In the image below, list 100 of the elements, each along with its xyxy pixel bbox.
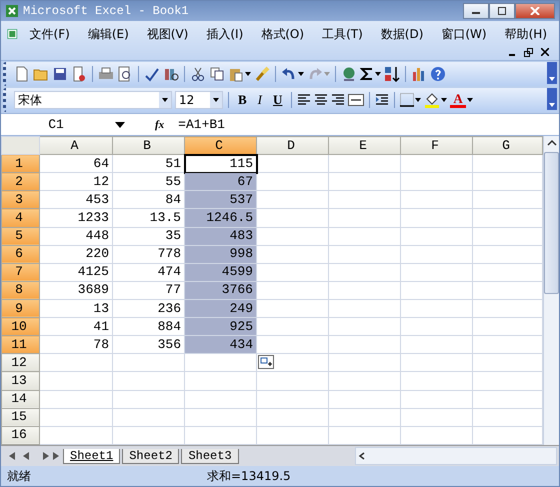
align-center-icon[interactable]	[314, 93, 328, 107]
caret-icon[interactable]	[159, 92, 171, 108]
formula-field[interactable]: =A1+B1	[174, 117, 559, 132]
dropdown-arrow-icon[interactable]	[375, 72, 381, 76]
row-header[interactable]: 7	[2, 263, 40, 282]
auto-fill-options-icon[interactable]	[258, 355, 274, 370]
minimize-button[interactable]	[463, 3, 489, 19]
copy-icon[interactable]	[209, 66, 225, 82]
menu-item[interactable]: 插入(I)	[198, 26, 250, 42]
toolbar-options-icon[interactable]	[547, 62, 557, 84]
printer-icon[interactable]	[98, 66, 114, 82]
table-cell: 453	[86, 192, 109, 207]
menu-item[interactable]: 帮助(H)	[496, 26, 553, 42]
menu-item[interactable]: 数据(D)	[372, 26, 430, 42]
menu-item[interactable]: 格式(O)	[253, 26, 310, 42]
row-header[interactable]: 4	[2, 208, 40, 228]
table-cell: 84	[165, 192, 181, 207]
font-dropdown[interactable]: 宋体	[14, 91, 172, 109]
align-left-icon[interactable]	[297, 93, 312, 107]
books-icon[interactable]	[163, 66, 179, 82]
row-header[interactable]: 12	[2, 354, 40, 372]
toolbar-options-icon[interactable]	[547, 88, 557, 110]
underline-button[interactable]: U	[269, 92, 286, 108]
paint-bucket-icon[interactable]	[424, 92, 440, 108]
new-document-icon[interactable]	[14, 66, 30, 82]
column-header[interactable]: G	[472, 136, 542, 155]
sheet-tab[interactable]: Sheet2	[122, 448, 180, 464]
column-header[interactable]: D	[256, 136, 328, 155]
font-size-dropdown[interactable]: 12	[175, 91, 223, 109]
function-icon[interactable]: fx	[155, 118, 164, 130]
help-icon[interactable]	[430, 66, 446, 82]
column-header[interactable]: F	[400, 136, 472, 155]
magnifier-icon[interactable]	[117, 66, 133, 82]
table-cell: 64	[93, 156, 109, 171]
row-header[interactable]: 9	[2, 299, 40, 318]
table-cell: 249	[230, 300, 253, 316]
row-header[interactable]: 14	[2, 390, 40, 408]
borders-icon[interactable]	[400, 93, 414, 107]
row-header[interactable]: 5	[2, 227, 40, 246]
dropdown-arrow-icon[interactable]	[466, 98, 473, 102]
sheet-tab[interactable]: Sheet3	[181, 448, 239, 464]
scissors-icon[interactable]	[190, 66, 206, 82]
table-cell: 448	[86, 228, 109, 244]
sum-readout: 求和=13419.5	[207, 468, 291, 484]
row-header[interactable]: 10	[2, 318, 40, 336]
caret-icon[interactable]	[115, 122, 125, 128]
name-box[interactable]: C1	[1, 114, 111, 135]
menu-item[interactable]: 视图(V)	[138, 26, 194, 42]
caret-icon[interactable]	[210, 92, 222, 108]
bold-button[interactable]: B	[234, 92, 251, 108]
dropdown-arrow-icon[interactable]	[441, 98, 448, 102]
spreadsheet-icon	[7, 27, 18, 41]
row-header[interactable]: 2	[2, 172, 40, 191]
close-button[interactable]	[515, 3, 555, 19]
maximize-button[interactable]	[489, 3, 515, 19]
row-header[interactable]: 3	[2, 190, 40, 209]
table-cell: 78	[93, 336, 109, 352]
spelling-icon[interactable]	[144, 66, 160, 82]
align-right-icon[interactable]	[331, 93, 346, 107]
italic-button[interactable]: I	[254, 92, 266, 108]
table-cell: 925	[230, 318, 253, 334]
row-header[interactable]: 6	[2, 245, 40, 264]
dropdown-arrow-icon[interactable]	[245, 72, 251, 76]
column-header[interactable]: C	[184, 136, 256, 155]
row-header[interactable]: 13	[2, 372, 40, 390]
restore-icon[interactable]	[524, 48, 533, 56]
row-header[interactable]: 16	[2, 426, 40, 444]
vertical-scrollbar[interactable]	[543, 136, 559, 445]
menu-item[interactable]: 工具(T)	[314, 26, 369, 42]
font-color-button[interactable]: A	[450, 92, 466, 108]
maximize-icon[interactable]	[497, 7, 507, 15]
table-cell: 77	[165, 282, 181, 298]
table-cell: 537	[230, 192, 253, 207]
sheet-tab[interactable]: Sheet1	[63, 448, 120, 464]
table-cell: 884	[158, 318, 181, 334]
menu-item[interactable]: 文件(F)	[22, 26, 76, 42]
dropdown-arrow-icon	[324, 72, 330, 76]
undo-icon[interactable]	[281, 66, 297, 82]
clipboard-icon[interactable]	[228, 66, 244, 82]
menu-item[interactable]: 窗口(W)	[433, 26, 493, 42]
dropdown-arrow-icon[interactable]	[415, 98, 422, 102]
menu-item[interactable]: 编辑(E)	[80, 26, 135, 42]
horizontal-scrollbar[interactable]	[355, 447, 557, 465]
row-header[interactable]: 11	[2, 336, 40, 354]
row-header[interactable]: 15	[2, 408, 40, 426]
sort-ascending-icon[interactable]	[384, 66, 400, 82]
sigma-icon[interactable]	[360, 66, 374, 82]
indent-icon[interactable]	[375, 93, 390, 107]
close-icon[interactable]	[541, 48, 549, 56]
table-cell: 236	[158, 300, 181, 316]
dropdown-arrow-icon[interactable]	[298, 72, 304, 76]
column-header[interactable]: A	[40, 136, 112, 155]
table-cell: 41	[93, 318, 109, 334]
merge-center-icon[interactable]	[348, 93, 364, 107]
row-header[interactable]: 8	[2, 281, 40, 300]
column-header[interactable]: E	[328, 136, 400, 155]
table-cell: 35	[165, 228, 181, 244]
bar-chart-icon[interactable]	[411, 66, 427, 82]
column-header[interactable]: B	[112, 136, 184, 155]
row-header[interactable]: 1	[2, 154, 40, 173]
